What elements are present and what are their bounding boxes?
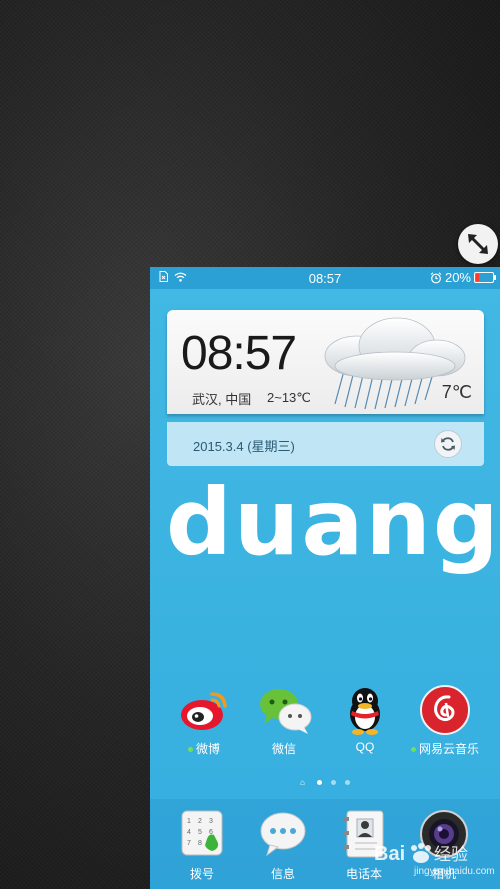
- svg-text:4: 4: [187, 829, 191, 836]
- home-page-indicator-icon: ⌂: [300, 778, 305, 787]
- dock-label: 拨号: [189, 867, 214, 881]
- page-dot: [317, 780, 322, 785]
- app-label: 微信: [271, 742, 296, 756]
- clock-panel: 08:57 武汉, 中国 2~13℃ 7℃: [167, 310, 484, 414]
- temperature-range: 2~13℃: [267, 390, 311, 405]
- netease-music-icon: [419, 684, 471, 736]
- date-bar: 2015.3.4 (星期三): [167, 422, 484, 466]
- weather-clock-widget[interactable]: 08:57 武汉, 中国 2~13℃ 7℃ 2015.3.4 (星期三): [167, 310, 484, 478]
- refresh-button[interactable]: [434, 430, 462, 458]
- page-indicator[interactable]: ⌂: [150, 778, 500, 787]
- phone-screen: 08:57 20% 08:57 武汉, 中国 2~13℃ 7℃ 2015.3.4…: [150, 267, 500, 889]
- weibo-icon: [178, 684, 230, 736]
- wechat-icon: [258, 684, 312, 736]
- svg-text:8: 8: [198, 840, 202, 847]
- svg-text:2: 2: [198, 818, 202, 825]
- svg-text:7: 7: [187, 840, 191, 847]
- svg-text:5: 5: [198, 829, 202, 836]
- weather-location: 武汉, 中国: [192, 392, 252, 407]
- baidu-jingyan-watermark: Bai 经验 jingyan.baidu.com: [370, 838, 496, 878]
- dock-label: 信息: [270, 867, 295, 881]
- widget-date: 2015.3.4 (星期三): [193, 439, 295, 454]
- current-temperature: 7℃: [441, 382, 472, 402]
- battery-fill: [476, 274, 479, 281]
- resize-arrows-icon: [468, 234, 488, 254]
- app-netease-music[interactable]: 网易云音乐: [407, 684, 483, 757]
- app-label: 微博: [166, 740, 242, 757]
- resize-handle[interactable]: [458, 224, 498, 264]
- app-weibo[interactable]: 微博: [166, 684, 242, 757]
- svg-text:Bai: Bai: [374, 843, 405, 865]
- app-qq[interactable]: QQ: [327, 684, 403, 754]
- app-wechat[interactable]: 微信: [246, 684, 322, 757]
- page-dot: [345, 780, 350, 785]
- svg-text:3: 3: [209, 818, 213, 825]
- dock-messages[interactable]: 信息: [245, 809, 321, 882]
- new-badge-dot: [187, 747, 193, 753]
- new-badge-dot: [410, 747, 416, 753]
- battery-percent: 20%: [444, 270, 471, 285]
- app-label: 网易云音乐: [407, 740, 483, 757]
- refresh-icon: [441, 437, 455, 451]
- dialer-icon: 123 456 78: [176, 809, 228, 861]
- alarm-icon: [430, 271, 442, 283]
- status-bar: 08:57 20%: [150, 267, 500, 289]
- duang-banner-text: duang: [166, 469, 500, 576]
- svg-text:jingyan.baidu.com: jingyan.baidu.com: [413, 866, 495, 877]
- svg-text:1: 1: [187, 818, 191, 825]
- messages-icon: [257, 809, 309, 861]
- widget-clock: 08:57: [181, 327, 297, 380]
- dock-dialer[interactable]: 123 456 78 拨号: [164, 809, 240, 882]
- app-label: QQ: [355, 740, 375, 754]
- page-dot: [331, 780, 336, 785]
- svg-text:经验: 经验: [434, 845, 468, 865]
- battery-icon: [474, 272, 496, 283]
- qq-icon: [339, 684, 391, 736]
